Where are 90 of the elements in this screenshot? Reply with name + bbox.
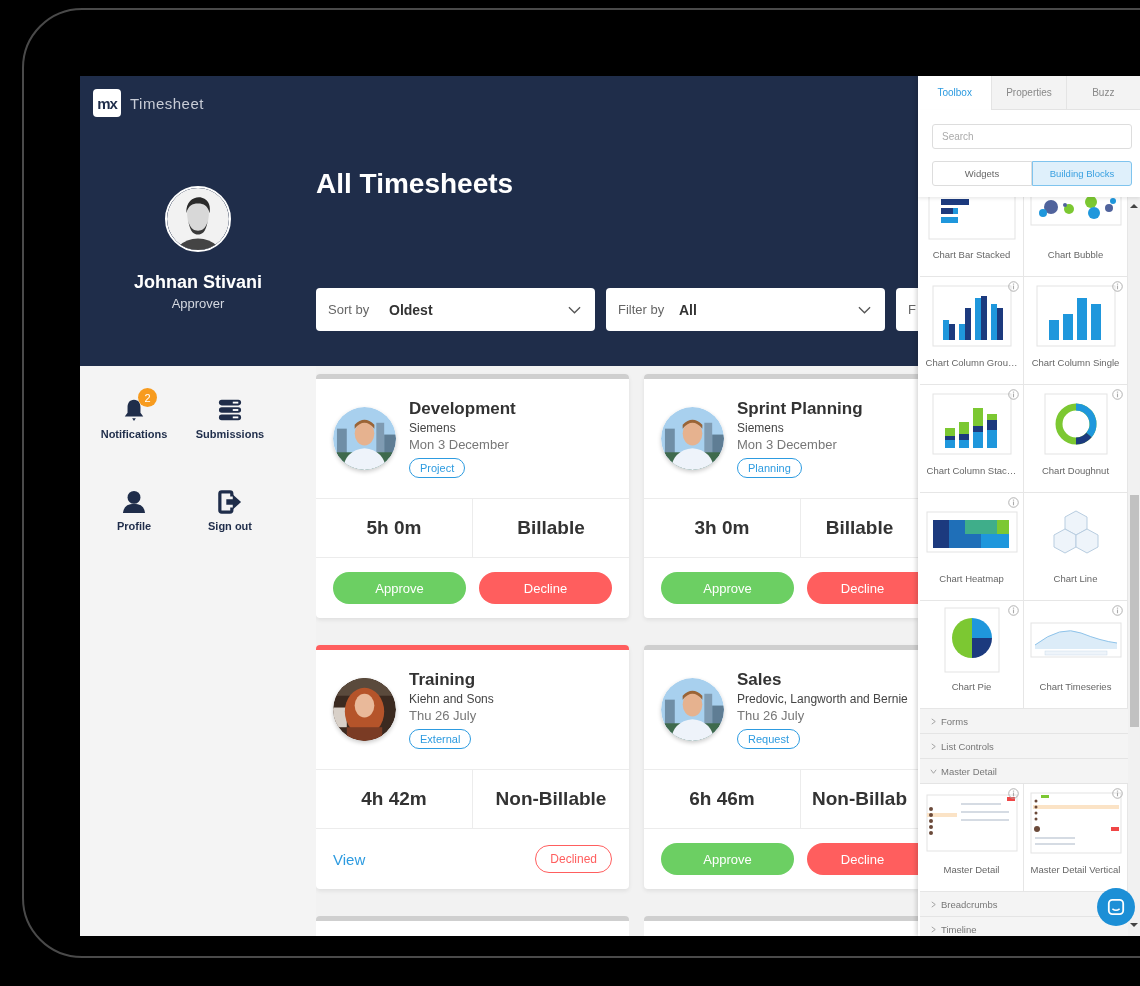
building-block-tile[interactable]: Chart Column Single	[1024, 277, 1128, 385]
tile-label: Chart Doughnut	[1041, 465, 1110, 476]
company-name: Siemens	[737, 421, 784, 435]
building-block-tile[interactable]: Chart Pie	[920, 601, 1024, 709]
chevron-icon	[930, 717, 937, 725]
company-name: Predovic, Langworth and Bernie	[737, 692, 908, 706]
chevron-down-icon	[858, 305, 871, 314]
nav-item[interactable]: Sign out	[182, 480, 278, 532]
server-stack-icon	[218, 398, 242, 422]
tile-label: Chart Line	[1053, 573, 1098, 584]
billing-type-text: Billable	[517, 517, 585, 539]
chevron-icon	[930, 925, 937, 933]
duration-text: 3h 0m	[694, 517, 750, 539]
building-block-tile[interactable]: Chart Heatmap	[920, 493, 1024, 601]
duration-text: 5h 0m	[366, 517, 422, 539]
person-icon	[122, 490, 146, 514]
chart-preview-drawing	[943, 607, 1000, 673]
tile-label: Chart Heatmap	[939, 573, 1004, 584]
building-block-tile[interactable]: Chart Column Stac…	[920, 385, 1024, 493]
card-title: Sprint Planning	[737, 399, 863, 419]
user-role: Approver	[171, 296, 225, 311]
panel-tab[interactable]: Properties	[991, 76, 1066, 110]
mode-toggle[interactable]: Widgets	[932, 161, 1032, 186]
notification-badge: 2	[138, 388, 157, 407]
tile-label: Chart Pie	[951, 681, 992, 692]
tile-label: Chart Bubble	[1047, 249, 1104, 260]
app-title: Timesheet	[130, 94, 204, 112]
chevron-icon	[930, 900, 937, 908]
category-header[interactable]: List Controls	[930, 740, 994, 752]
entry-date: Thu 26 July	[409, 708, 477, 723]
app-logo: mx	[93, 89, 121, 117]
scroll-down-icon[interactable]	[1130, 922, 1138, 928]
nav-item[interactable]: Profile	[86, 480, 182, 532]
panel-tab[interactable]: Toolbox	[918, 76, 992, 110]
card-title: Development	[409, 399, 516, 419]
billing-type-text: Billable	[825, 517, 894, 539]
filter-dropdown[interactable]: Sort by Oldest	[316, 288, 595, 331]
entry-date: Thu 26 July	[737, 708, 805, 723]
company-name: Siemens	[409, 421, 456, 435]
scrollbar[interactable]	[1128, 197, 1140, 936]
chat-icon	[1107, 898, 1125, 916]
chevron-down-icon	[568, 305, 581, 314]
building-block-tile[interactable]: Chart Bar Stacked	[920, 197, 1024, 277]
billing-type-text: Non-Billab	[812, 788, 907, 810]
entry-date: Mon 3 December	[737, 437, 837, 452]
duration-text: 6h 46m	[689, 788, 755, 810]
panel-tab[interactable]: Buzz	[1065, 76, 1140, 110]
filter-dropdown[interactable]: F	[896, 288, 918, 331]
sign-out-icon	[218, 490, 242, 514]
category-header[interactable]: Forms	[930, 715, 968, 727]
building-block-tile[interactable]: Chart Column Grou…	[920, 277, 1024, 385]
building-block-tile[interactable]: Chart Line	[1024, 493, 1128, 601]
nav-item[interactable]: Submissions	[182, 388, 278, 440]
building-block-tile[interactable]: Master Detail Vertical	[1024, 784, 1128, 892]
nav-label: Sign out	[208, 520, 252, 532]
billing-type-text: Non-Billable	[495, 788, 607, 810]
chart-preview-drawing	[1052, 510, 1099, 554]
filter-dropdown[interactable]: Filter by All	[606, 288, 885, 331]
chevron-icon	[930, 767, 937, 775]
tile-label: Master Detail Vertical	[1030, 864, 1121, 875]
category-header[interactable]: Master Detail	[930, 765, 997, 777]
building-block-tile[interactable]: Chart Timeseries	[1024, 601, 1128, 709]
building-block-tile[interactable]: Chart Bubble	[1024, 197, 1128, 277]
card-title: Sales	[737, 670, 782, 690]
nav-label: Profile	[116, 520, 152, 532]
entry-date: Mon 3 December	[409, 437, 509, 452]
tile-label: Chart Column Stac…	[926, 465, 1017, 476]
nav-label: Submissions	[195, 428, 265, 440]
nav-item[interactable]: 2 Notifications	[86, 388, 182, 440]
tile-label: Chart Column Single	[1031, 357, 1120, 368]
tile-label: Chart Timeseries	[1039, 681, 1112, 692]
category-header[interactable]: Breadcrumbs	[930, 898, 998, 910]
scroll-up-icon[interactable]	[1130, 203, 1138, 209]
chart-preview-drawing	[1043, 393, 1108, 455]
bell-icon	[122, 398, 146, 422]
category-header[interactable]: Timeline	[930, 923, 977, 935]
scroll-thumb[interactable]	[1130, 495, 1139, 727]
duration-text: 4h 42m	[361, 788, 427, 810]
building-block-tile[interactable]: Master Detail	[920, 784, 1024, 892]
search-field[interactable]: Search	[932, 124, 1132, 149]
card-title: Training	[409, 670, 476, 690]
company-name: Kiehn and Sons	[409, 692, 494, 706]
tile-label: Chart Bar Stacked	[932, 249, 1011, 260]
tile-label: Chart Column Grou…	[925, 357, 1018, 368]
nav-label: Notifications	[100, 428, 168, 440]
tile-label: Master Detail	[943, 864, 1000, 875]
building-block-tile[interactable]: Chart Doughnut	[1024, 385, 1128, 493]
user-name: Johnan Stivani	[134, 272, 262, 293]
page-title: All Timesheets	[316, 168, 515, 200]
chevron-icon	[930, 742, 937, 750]
